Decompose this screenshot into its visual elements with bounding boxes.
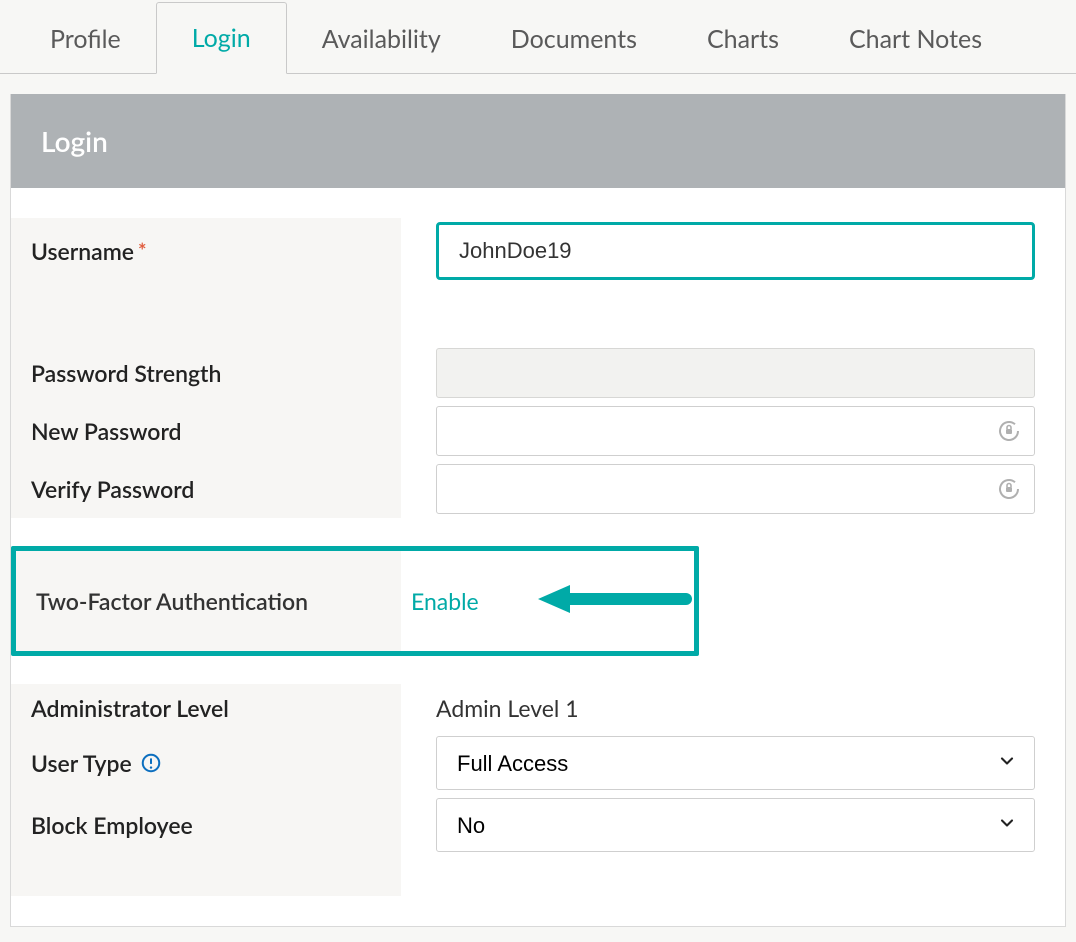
row-verify-password: Verify Password xyxy=(11,460,1035,518)
tab-charts[interactable]: Charts xyxy=(672,4,814,74)
tab-bar: Profile Login Availability Documents Cha… xyxy=(0,0,1076,74)
password-strength-bar xyxy=(436,348,1035,398)
row-username: Username * xyxy=(11,218,1035,284)
verify-password-input[interactable] xyxy=(436,464,1035,514)
row-password-strength: Password Strength xyxy=(11,344,1035,402)
admin-level-value: Admin Level 1 xyxy=(436,694,579,722)
username-label: Username xyxy=(31,237,134,265)
row-block-employee: Block Employee No xyxy=(11,794,1035,856)
tab-login[interactable]: Login xyxy=(156,2,287,74)
required-star-icon: * xyxy=(138,239,147,263)
row-admin-level: Administrator Level Admin Level 1 xyxy=(11,684,1035,732)
user-type-label-cell: User Type xyxy=(11,732,401,794)
new-password-input[interactable] xyxy=(436,406,1035,456)
panel-title: Login xyxy=(11,94,1065,188)
block-employee-label: Block Employee xyxy=(11,794,401,856)
login-panel: Login Username * Password Strength New P… xyxy=(10,94,1066,927)
tab-documents[interactable]: Documents xyxy=(476,4,672,74)
user-type-select[interactable]: Full Access xyxy=(436,736,1035,790)
password-strength-label: Password Strength xyxy=(11,344,401,402)
tab-profile[interactable]: Profile xyxy=(15,4,156,74)
tab-availability[interactable]: Availability xyxy=(287,4,476,74)
two-factor-highlight: Two-Factor Authentication Enable xyxy=(11,546,699,656)
password-generate-icon[interactable] xyxy=(997,419,1021,443)
row-user-type: User Type Full Access xyxy=(11,732,1035,794)
verify-password-label: Verify Password xyxy=(11,460,401,518)
arrow-left-icon xyxy=(536,579,696,623)
tab-chart-notes[interactable]: Chart Notes xyxy=(814,4,1017,74)
user-type-label: User Type xyxy=(31,749,132,777)
two-factor-label: Two-Factor Authentication xyxy=(16,551,401,651)
block-employee-select[interactable]: No xyxy=(436,798,1035,852)
password-generate-icon[interactable] xyxy=(997,477,1021,501)
panel-body: Username * Password Strength New Passwor… xyxy=(11,188,1065,926)
new-password-label: New Password xyxy=(11,402,401,460)
row-new-password: New Password xyxy=(11,402,1035,460)
username-input[interactable] xyxy=(436,222,1035,280)
admin-level-label: Administrator Level xyxy=(11,684,401,732)
info-icon[interactable] xyxy=(140,752,162,774)
two-factor-enable-link[interactable]: Enable xyxy=(411,587,479,615)
username-label-cell: Username * xyxy=(11,218,401,284)
